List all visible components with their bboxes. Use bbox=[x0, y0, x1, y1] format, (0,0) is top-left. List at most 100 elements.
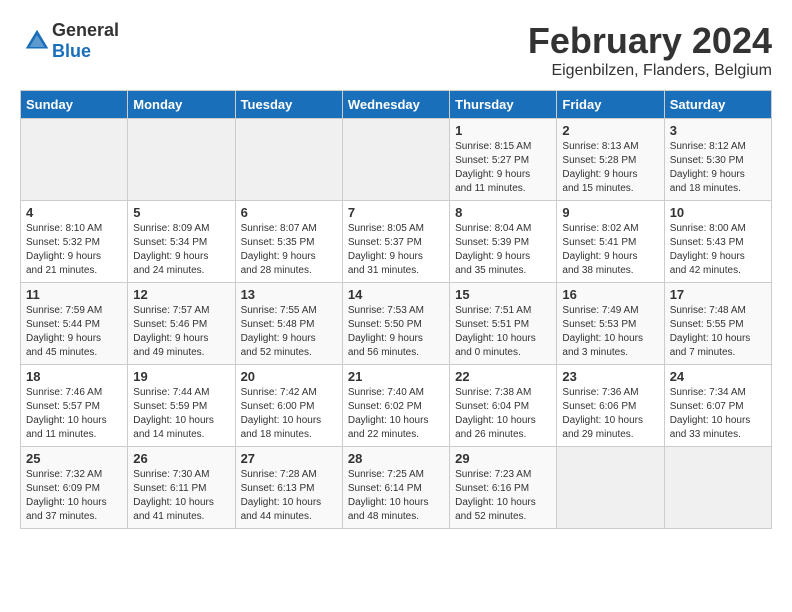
calendar-cell: 13 Sunrise: 7:55 AM Sunset: 5:48 PM Dayli… bbox=[235, 283, 342, 365]
day-number: 11 bbox=[26, 287, 122, 302]
logo-icon bbox=[22, 26, 52, 56]
cell-info: Sunrise: 7:44 AM Sunset: 5:59 PM Dayligh… bbox=[133, 386, 229, 442]
cell-info: Sunrise: 8:09 AM Sunset: 5:34 PM Dayligh… bbox=[133, 222, 229, 278]
day-header-saturday: Saturday bbox=[664, 91, 771, 119]
cell-info: Sunrise: 7:51 AM Sunset: 5:51 PM Dayligh… bbox=[455, 304, 551, 360]
calendar-cell: 7 Sunrise: 8:05 AM Sunset: 5:37 PM Daylig… bbox=[342, 201, 449, 283]
calendar-cell: 1 Sunrise: 8:15 AM Sunset: 5:27 PM Daylig… bbox=[450, 119, 557, 201]
cell-info: Sunrise: 7:49 AM Sunset: 5:53 PM Dayligh… bbox=[562, 304, 658, 360]
day-number: 26 bbox=[133, 451, 229, 466]
day-number: 19 bbox=[133, 369, 229, 384]
day-header-sunday: Sunday bbox=[21, 91, 128, 119]
day-number: 22 bbox=[455, 369, 551, 384]
cell-info: Sunrise: 7:46 AM Sunset: 5:57 PM Dayligh… bbox=[26, 386, 122, 442]
day-number: 2 bbox=[562, 123, 658, 138]
day-number: 27 bbox=[241, 451, 337, 466]
logo: General Blue bbox=[20, 20, 119, 62]
day-number: 1 bbox=[455, 123, 551, 138]
logo-blue-text: Blue bbox=[52, 41, 91, 61]
calendar-cell: 12 Sunrise: 7:57 AM Sunset: 5:46 PM Dayli… bbox=[128, 283, 235, 365]
calendar-cell: 29 Sunrise: 7:23 AM Sunset: 6:16 PM Dayli… bbox=[450, 447, 557, 529]
day-number: 15 bbox=[455, 287, 551, 302]
cell-info: Sunrise: 7:40 AM Sunset: 6:02 PM Dayligh… bbox=[348, 386, 444, 442]
title-area: February 2024 Eigenbilzen, Flanders, Bel… bbox=[528, 20, 772, 80]
calendar-cell: 16 Sunrise: 7:49 AM Sunset: 5:53 PM Dayli… bbox=[557, 283, 664, 365]
day-number: 5 bbox=[133, 205, 229, 220]
cell-info: Sunrise: 7:28 AM Sunset: 6:13 PM Dayligh… bbox=[241, 468, 337, 524]
day-number: 21 bbox=[348, 369, 444, 384]
calendar-cell: 14 Sunrise: 7:53 AM Sunset: 5:50 PM Dayli… bbox=[342, 283, 449, 365]
calendar-cell: 6 Sunrise: 8:07 AM Sunset: 5:35 PM Daylig… bbox=[235, 201, 342, 283]
cell-info: Sunrise: 7:53 AM Sunset: 5:50 PM Dayligh… bbox=[348, 304, 444, 360]
day-number: 28 bbox=[348, 451, 444, 466]
day-number: 4 bbox=[26, 205, 122, 220]
day-number: 20 bbox=[241, 369, 337, 384]
day-number: 10 bbox=[670, 205, 766, 220]
day-number: 29 bbox=[455, 451, 551, 466]
cell-info: Sunrise: 7:59 AM Sunset: 5:44 PM Dayligh… bbox=[26, 304, 122, 360]
day-number: 12 bbox=[133, 287, 229, 302]
cell-info: Sunrise: 7:36 AM Sunset: 6:06 PM Dayligh… bbox=[562, 386, 658, 442]
day-header-tuesday: Tuesday bbox=[235, 91, 342, 119]
cell-info: Sunrise: 8:15 AM Sunset: 5:27 PM Dayligh… bbox=[455, 140, 551, 196]
day-number: 7 bbox=[348, 205, 444, 220]
calendar-cell: 17 Sunrise: 7:48 AM Sunset: 5:55 PM Dayli… bbox=[664, 283, 771, 365]
day-number: 9 bbox=[562, 205, 658, 220]
calendar-cell bbox=[128, 119, 235, 201]
cell-info: Sunrise: 7:57 AM Sunset: 5:46 PM Dayligh… bbox=[133, 304, 229, 360]
calendar-cell: 28Sunrise: 7:25 AM Sunset: 6:14 PM Dayli… bbox=[342, 447, 449, 529]
day-header-monday: Monday bbox=[128, 91, 235, 119]
cell-info: Sunrise: 8:10 AM Sunset: 5:32 PM Dayligh… bbox=[26, 222, 122, 278]
calendar-cell bbox=[557, 447, 664, 529]
day-number: 23 bbox=[562, 369, 658, 384]
calendar-table: SundayMondayTuesdayWednesdayThursdayFrid… bbox=[20, 90, 772, 529]
day-number: 16 bbox=[562, 287, 658, 302]
calendar-cell: 19 Sunrise: 7:44 AM Sunset: 5:59 PM Dayli… bbox=[128, 365, 235, 447]
day-number: 18 bbox=[26, 369, 122, 384]
day-number: 13 bbox=[241, 287, 337, 302]
calendar-cell: 26 Sunrise: 7:30 AM Sunset: 6:11 PM Dayli… bbox=[128, 447, 235, 529]
day-number: 6 bbox=[241, 205, 337, 220]
calendar-cell: 22 Sunrise: 7:38 AM Sunset: 6:04 PM Dayli… bbox=[450, 365, 557, 447]
calendar-cell: 2 Sunrise: 8:13 AM Sunset: 5:28 PM Daylig… bbox=[557, 119, 664, 201]
calendar-cell: 9 Sunrise: 8:02 AM Sunset: 5:41 PM Daylig… bbox=[557, 201, 664, 283]
week-row-0: 1 Sunrise: 8:15 AM Sunset: 5:27 PM Daylig… bbox=[21, 119, 772, 201]
week-row-3: 18 Sunrise: 7:46 AM Sunset: 5:57 PM Dayli… bbox=[21, 365, 772, 447]
day-number: 3 bbox=[670, 123, 766, 138]
week-row-2: 11 Sunrise: 7:59 AM Sunset: 5:44 PM Dayli… bbox=[21, 283, 772, 365]
calendar-cell bbox=[342, 119, 449, 201]
cell-info: Sunrise: 7:48 AM Sunset: 5:55 PM Dayligh… bbox=[670, 304, 766, 360]
day-header-thursday: Thursday bbox=[450, 91, 557, 119]
cell-info: Sunrise: 7:38 AM Sunset: 6:04 PM Dayligh… bbox=[455, 386, 551, 442]
cell-info: Sunrise: 8:13 AM Sunset: 5:28 PM Dayligh… bbox=[562, 140, 658, 196]
cell-info: Sunrise: 7:55 AM Sunset: 5:48 PM Dayligh… bbox=[241, 304, 337, 360]
calendar-cell: 21 Sunrise: 7:40 AM Sunset: 6:02 PM Dayli… bbox=[342, 365, 449, 447]
week-row-1: 4 Sunrise: 8:10 AM Sunset: 5:32 PM Daylig… bbox=[21, 201, 772, 283]
day-number: 17 bbox=[670, 287, 766, 302]
calendar-cell: 25 Sunrise: 7:32 AM Sunset: 6:09 PM Dayli… bbox=[21, 447, 128, 529]
calendar-cell: 5 Sunrise: 8:09 AM Sunset: 5:34 PM Daylig… bbox=[128, 201, 235, 283]
cell-info: Sunrise: 7:34 AM Sunset: 6:07 PM Dayligh… bbox=[670, 386, 766, 442]
day-number: 8 bbox=[455, 205, 551, 220]
logo-general-text: General bbox=[52, 20, 119, 40]
day-header-friday: Friday bbox=[557, 91, 664, 119]
cell-info: Sunrise: 8:00 AM Sunset: 5:43 PM Dayligh… bbox=[670, 222, 766, 278]
cell-info: Sunrise: 8:05 AM Sunset: 5:37 PM Dayligh… bbox=[348, 222, 444, 278]
location-subtitle: Eigenbilzen, Flanders, Belgium bbox=[528, 62, 772, 80]
day-number: 25 bbox=[26, 451, 122, 466]
cell-info: Sunrise: 8:02 AM Sunset: 5:41 PM Dayligh… bbox=[562, 222, 658, 278]
calendar-cell: 4 Sunrise: 8:10 AM Sunset: 5:32 PM Daylig… bbox=[21, 201, 128, 283]
header-row: SundayMondayTuesdayWednesdayThursdayFrid… bbox=[21, 91, 772, 119]
calendar-cell: 8Sunrise: 8:04 AM Sunset: 5:39 PM Daylig… bbox=[450, 201, 557, 283]
calendar-cell: 20 Sunrise: 7:42 AM Sunset: 6:00 PM Dayli… bbox=[235, 365, 342, 447]
cell-info: Sunrise: 8:07 AM Sunset: 5:35 PM Dayligh… bbox=[241, 222, 337, 278]
day-number: 24 bbox=[670, 369, 766, 384]
calendar-cell: 27 Sunrise: 7:28 AM Sunset: 6:13 PM Dayli… bbox=[235, 447, 342, 529]
cell-info: Sunrise: 7:23 AM Sunset: 6:16 PM Dayligh… bbox=[455, 468, 551, 524]
cell-info: Sunrise: 7:42 AM Sunset: 6:00 PM Dayligh… bbox=[241, 386, 337, 442]
cell-info: Sunrise: 7:30 AM Sunset: 6:11 PM Dayligh… bbox=[133, 468, 229, 524]
header: General Blue February 2024 Eigenbilzen, … bbox=[20, 20, 772, 80]
cell-info: Sunrise: 7:32 AM Sunset: 6:09 PM Dayligh… bbox=[26, 468, 122, 524]
week-row-4: 25 Sunrise: 7:32 AM Sunset: 6:09 PM Dayli… bbox=[21, 447, 772, 529]
day-number: 14 bbox=[348, 287, 444, 302]
